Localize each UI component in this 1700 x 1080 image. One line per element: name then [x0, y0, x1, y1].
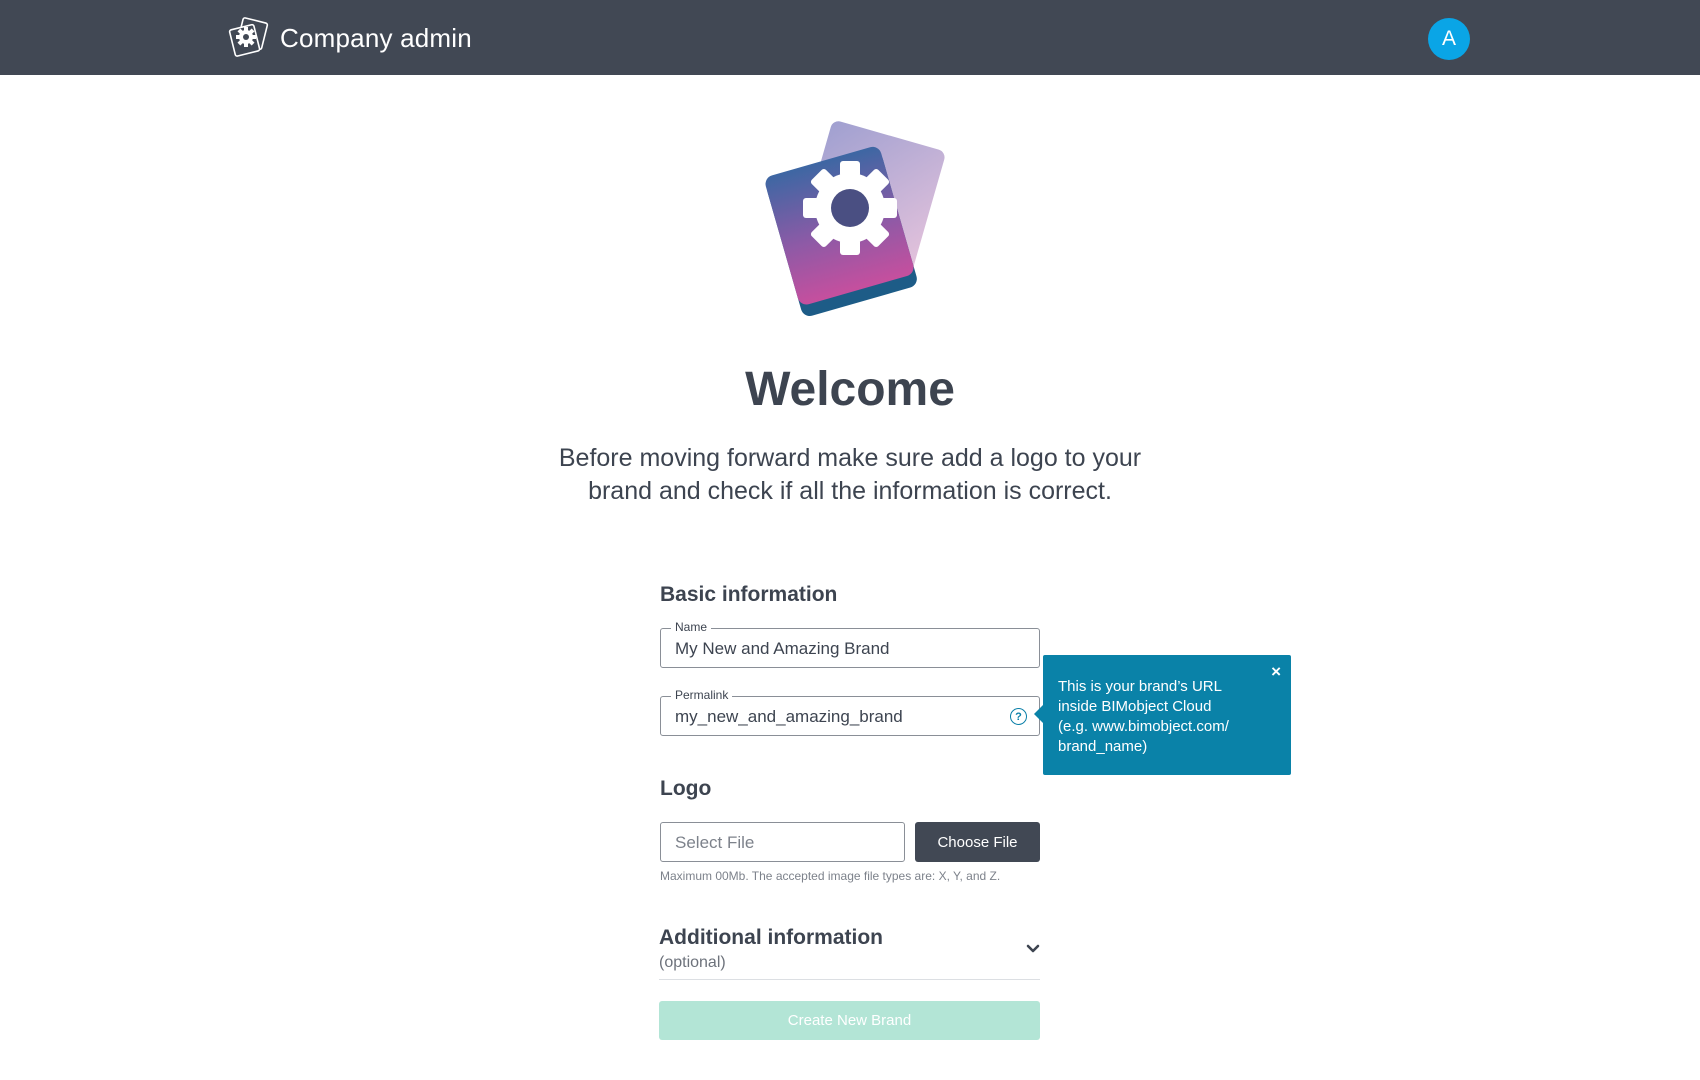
file-hint: Maximum 00Mb. The accepted image file ty… — [660, 869, 1001, 883]
top-navigation-bar: Company admin A — [0, 0, 1700, 75]
permalink-field[interactable]: Permalink my_new_and_amazing_brand ? — [660, 688, 1040, 736]
company-admin-gear-icon — [228, 17, 269, 57]
intro-line: brand and check if all the information i… — [588, 477, 1112, 505]
name-input[interactable]: My New and Amazing Brand — [675, 639, 890, 659]
create-new-brand-button[interactable]: Create New Brand — [659, 1001, 1040, 1040]
intro-line: Before moving forward make sure add a lo… — [558, 444, 1142, 472]
permalink-input[interactable]: my_new_and_amazing_brand — [675, 707, 903, 727]
section-divider — [659, 979, 1040, 980]
logo-file-input[interactable]: Select File — [660, 822, 905, 862]
permalink-tooltip: × This is your brand’s URL inside BIMobj… — [1034, 655, 1291, 775]
app-title: Company admin — [280, 22, 472, 53]
basic-information-heading: Basic information — [660, 583, 838, 606]
choose-file-button[interactable]: Choose File — [915, 822, 1040, 862]
name-label: Name — [671, 620, 712, 634]
question-circle-icon[interactable]: ? — [1010, 708, 1027, 725]
user-avatar[interactable]: A — [1428, 18, 1470, 60]
logo-heading: Logo — [660, 777, 712, 800]
app-brand[interactable]: Company admin — [228, 16, 472, 60]
close-icon[interactable]: × — [1271, 662, 1281, 682]
additional-information-optional: (optional) — [659, 954, 726, 971]
name-field[interactable]: Name My New and Amazing Brand — [660, 620, 1040, 668]
welcome-intro: Before moving forward make sure add a lo… — [540, 442, 1160, 508]
permalink-label: Permalink — [671, 688, 733, 702]
additional-information-heading[interactable]: Additional information — [659, 926, 883, 950]
welcome-heading: Welcome — [745, 363, 955, 416]
tooltip-line: (e.g. www.bimobject.com/ — [1058, 718, 1229, 735]
chevron-down-icon[interactable] — [1025, 941, 1041, 957]
tooltip-line: inside BIMobject Cloud — [1058, 698, 1212, 715]
tooltip-line: This is your brand’s URL — [1058, 678, 1222, 695]
file-placeholder: Select File — [675, 833, 755, 852]
company-admin-illustration-icon — [765, 121, 945, 317]
tooltip-line: brand_name) — [1058, 738, 1148, 755]
